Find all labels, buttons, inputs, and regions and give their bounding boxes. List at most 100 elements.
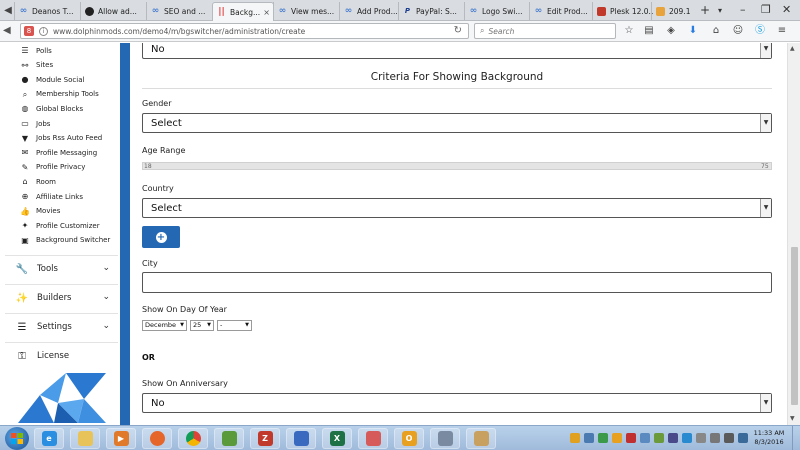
search-input[interactable] [488, 26, 599, 36]
sidebar-item-global-blocks[interactable]: ◍ Global Blocks [20, 102, 84, 115]
browser-tab[interactable]: ∞ SEO and ... [146, 2, 208, 20]
sidebar-item-room[interactable]: ⌂ Room [20, 175, 55, 188]
taskbar-clock[interactable]: 11:33 AM 8/3/2016 [749, 429, 789, 447]
sidebar-item-jobs-rss-auto-feed[interactable]: ▼ Jobs Rss Auto Feed [20, 132, 102, 145]
chevron-down-icon: ▼ [180, 322, 184, 328]
taskbar-calculator[interactable] [430, 428, 460, 449]
country-select[interactable]: Select ▼ [142, 198, 772, 218]
add-country-button[interactable]: + [142, 226, 180, 248]
taskbar-network[interactable] [286, 428, 316, 449]
browser-tab[interactable]: ∞ Logo Swi... [464, 2, 526, 20]
taskbar-filezilla[interactable]: Z [250, 428, 280, 449]
scrollbar-thumb[interactable] [791, 247, 798, 405]
sidebar-item-polls[interactable]: ☰ Polls [20, 44, 51, 57]
tray-flag-icon[interactable] [668, 433, 678, 443]
folder-icon [77, 431, 93, 446]
close-window-icon[interactable]: ✕ [782, 2, 791, 17]
sidebar-item-affiliate-links[interactable]: ⊕ Affiliate Links [20, 190, 83, 203]
tray-outlook-icon[interactable] [612, 433, 622, 443]
sidebar-section-builders[interactable]: ✨ Builders ⌄ [5, 284, 118, 311]
maximize-icon[interactable]: ❐ [761, 2, 771, 17]
start-button[interactable] [5, 427, 29, 450]
minimize-icon[interactable]: – [740, 2, 746, 17]
reading-list-icon[interactable]: ▤ [643, 25, 655, 37]
anniversary-select[interactable]: No ▼ [142, 393, 772, 413]
home-icon[interactable]: ⌂ [710, 25, 722, 37]
skype-icon[interactable]: Ⓢ [754, 25, 766, 37]
browser-tab[interactable]: || Backg... × [212, 2, 274, 21]
sidebar-item-sites[interactable]: ⚯ Sites [20, 59, 53, 72]
sidebar-section-settings[interactable]: ☰ Settings ⌄ [5, 313, 118, 340]
sidebar-section-license[interactable]: ⚿ License [5, 342, 118, 369]
city-input[interactable] [142, 272, 772, 293]
pocket-icon[interactable]: ◈ [665, 25, 677, 37]
back-icon[interactable]: ◀ [3, 24, 15, 38]
browser-tab[interactable]: ∞ Edit Prod... [529, 2, 591, 20]
taskbar-excel[interactable]: X [322, 428, 352, 449]
tray-monitor-icon[interactable] [696, 433, 706, 443]
browser-tab[interactable]: Plesk 12.0... [592, 2, 654, 20]
page-scrollbar[interactable]: ▲ ▼ [787, 43, 800, 425]
url-text[interactable]: www.dolphinmods.com/demo4/m/bgswitcher/a… [53, 27, 305, 36]
sidebar-item-background-switcher[interactable]: ▣ Background Switcher [20, 234, 110, 247]
reload-icon[interactable]: ↻ [454, 25, 462, 36]
tray-wifi-icon[interactable] [738, 433, 748, 443]
sidebar-item-movies[interactable]: 👍 Movies [20, 205, 60, 218]
tray-display-icon[interactable] [640, 433, 650, 443]
tray-speaker-icon[interactable] [710, 433, 720, 443]
browser-tab[interactable]: 209.1 [651, 2, 691, 20]
sidebar-item-profile-privacy[interactable]: ✎ Profile Privacy [20, 161, 86, 174]
browser-tab[interactable]: ∞ View mes... [273, 2, 335, 20]
sidebar-item-profile-messaging[interactable]: ✉ Profile Messaging [20, 146, 98, 159]
taskbar-firefox[interactable] [142, 428, 172, 449]
tray-sync-icon[interactable] [654, 433, 664, 443]
tab-list-chevron-icon[interactable]: ▾ [718, 3, 722, 18]
tab-scroll-left-icon[interactable]: ◀ [2, 3, 14, 18]
search-box[interactable]: ⌕ [474, 23, 616, 39]
bookmark-star-icon[interactable]: ☆ [623, 25, 635, 37]
close-tab-icon[interactable]: × [263, 8, 270, 17]
picture-icon: ▣ [21, 235, 29, 245]
info-icon[interactable]: i [39, 26, 48, 36]
gender-select[interactable]: Select ▼ [142, 113, 772, 133]
sidebar-item-membership-tools[interactable]: ⌕ Membership Tools [20, 88, 99, 101]
taskbar-media[interactable]: ▶ [106, 428, 136, 449]
tray-shield-icon[interactable] [570, 433, 580, 443]
scroll-up-icon[interactable]: ▲ [790, 45, 795, 52]
taskbar-ie[interactable]: e [34, 428, 64, 449]
age-range-slider[interactable] [142, 162, 772, 170]
browser-tab[interactable]: ∞ Deanos T... [14, 2, 76, 20]
browser-tab[interactable]: P PayPal: S... [398, 2, 460, 20]
tray-app-icon[interactable] [598, 433, 608, 443]
tray-battery-icon[interactable] [724, 433, 734, 443]
day-select[interactable]: 25 ▼ [190, 320, 214, 331]
top-select[interactable]: No ▼ [142, 43, 772, 59]
show-desktop-button[interactable] [792, 426, 800, 450]
taskbar-frog-app[interactable] [214, 428, 244, 449]
age-range-max: 75 [761, 163, 769, 170]
tray-network-icon[interactable] [584, 433, 594, 443]
menu-icon[interactable]: ≡ [776, 25, 788, 37]
month-select[interactable]: Decembe ▼ [142, 320, 187, 331]
chat-icon[interactable]: ☺ [732, 25, 744, 37]
taskbar-chrome[interactable] [178, 428, 208, 449]
taskbar-paint[interactable] [466, 428, 496, 449]
browser-tab[interactable]: ∞ Add Prod... [339, 2, 401, 20]
taskbar-explorer[interactable] [70, 428, 100, 449]
sidebar-section-tools[interactable]: 🔧 Tools ⌄ [5, 255, 118, 282]
taskbar-eraser-app[interactable] [358, 428, 388, 449]
or-label: OR [142, 353, 155, 362]
address-bar[interactable]: 8 i www.dolphinmods.com/demo4/m/bgswitch… [20, 23, 469, 39]
scroll-down-icon[interactable]: ▼ [790, 415, 795, 422]
browser-tab[interactable]: Allow ad... [80, 2, 142, 20]
sidebar-item-module-social[interactable]: ● Module Social [20, 73, 85, 86]
taskbar-outlook[interactable]: O [394, 428, 424, 449]
tray-bluetooth-icon[interactable] [682, 433, 692, 443]
extra-select[interactable]: - ▼ [217, 320, 252, 331]
sidebar-item-profile-customizer[interactable]: ✦ Profile Customizer [20, 219, 100, 232]
new-tab-button[interactable]: + [700, 3, 710, 18]
download-icon[interactable]: ⬇ [687, 25, 699, 37]
sidebar-item-jobs[interactable]: ▭ Jobs [20, 117, 50, 130]
tray-acrobat-icon[interactable] [626, 433, 636, 443]
site-identity-icon[interactable]: 8 [24, 26, 34, 36]
